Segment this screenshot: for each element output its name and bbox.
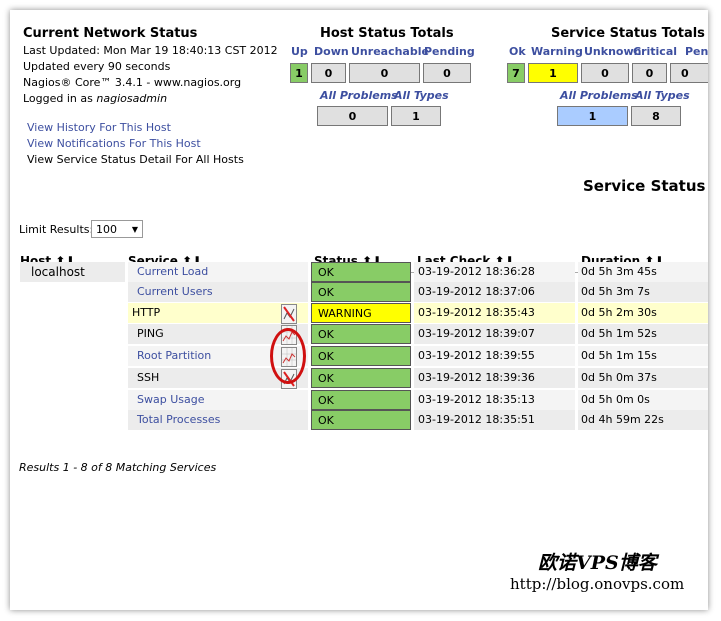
status-badge: WARNING: [311, 303, 411, 323]
status-badge: OK: [311, 346, 411, 366]
host-up-label[interactable]: Up: [291, 45, 308, 58]
status-badge: OK: [311, 390, 411, 410]
svc-ok-label[interactable]: Ok: [509, 45, 526, 58]
status-badge: OK: [311, 324, 411, 344]
service-link[interactable]: Current Users: [128, 282, 308, 302]
last-check: 03-19-2012 18:35:51: [414, 410, 575, 430]
svc-unknown-count[interactable]: 0: [581, 63, 629, 83]
duration: 0d 5h 0m 37s: [578, 368, 708, 388]
last-check: 03-19-2012 18:35:13: [414, 390, 575, 410]
host-down-count[interactable]: 0: [311, 63, 346, 83]
last-check: 03-19-2012 18:36:28: [414, 262, 575, 282]
svc-pending-count[interactable]: 0: [670, 63, 708, 83]
last-check: 03-19-2012 18:39:36: [414, 368, 575, 388]
service-link[interactable]: Swap Usage: [128, 390, 308, 410]
host-pending-label[interactable]: Pending: [424, 45, 475, 58]
svc-ok-count[interactable]: 7: [507, 63, 525, 83]
status-badge: OK: [311, 368, 411, 388]
highlight-circle: [270, 328, 306, 384]
svc-warning-count[interactable]: 1: [528, 63, 578, 83]
last-check: 03-19-2012 18:35:43: [414, 303, 575, 323]
table-row: Current Users OK 03-19-2012 18:37:06 0d 5h …: [10, 282, 708, 302]
no-graph-icon[interactable]: [281, 304, 297, 324]
logged-in: Logged in as nagiosadmin: [23, 92, 167, 105]
logged-prefix: Logged in as: [23, 92, 97, 105]
results-summary: Results 1 - 8 of 8 Matching Services: [19, 461, 217, 474]
nagios-page: Current Network Status Last Updated: Mon…: [10, 10, 708, 610]
limit-select[interactable]: 100 ▼: [91, 220, 143, 238]
table-row: HTTP WARNING 03-19-2012 18:35:43 0d 5h 2m 3…: [10, 303, 708, 324]
table-row: Total Processes OK 03-19-2012 18:35:51 0d 4…: [10, 410, 708, 430]
limit-value: 100: [96, 223, 117, 236]
svc-problems-count[interactable]: 1: [557, 106, 628, 126]
watermark-url: http://blog.onovps.com: [510, 575, 685, 593]
duration: 0d 5h 3m 45s: [578, 262, 708, 282]
view-all-hosts-link[interactable]: View Service Status Detail For All Hosts: [27, 153, 244, 166]
update-interval: Updated every 90 seconds: [23, 60, 171, 73]
service-link[interactable]: Total Processes: [128, 410, 308, 430]
table-row: Root Partition OK 03-19-2012 18:39:55 0d 5h…: [10, 346, 708, 367]
table-row: SSH OK 03-19-2012 18:39:36 0d 5h 0m 37s: [10, 368, 708, 389]
host-problems-count[interactable]: 0: [317, 106, 388, 126]
svc-types-count[interactable]: 8: [631, 106, 681, 126]
table-row: Current Load OK 03-19-2012 18:36:28 0d 5h 3…: [10, 262, 708, 282]
username: nagiosadmin: [96, 92, 168, 105]
svc-all-problems-label[interactable]: All Problems: [560, 89, 638, 102]
duration: 0d 5h 1m 15s: [578, 346, 708, 366]
svc-all-types-label[interactable]: All Types: [635, 89, 690, 102]
status-title: Current Network Status: [23, 26, 198, 41]
chevron-down-icon: ▼: [131, 225, 138, 234]
host-down-label[interactable]: Down: [314, 45, 349, 58]
service-totals-title: Service Status Totals: [551, 26, 705, 41]
duration: 0d 5h 2m 30s: [578, 303, 708, 323]
last-updated: Last Updated: Mon Mar 19 18:40:13 CST 20…: [23, 44, 278, 57]
host-all-problems-label[interactable]: All Problems: [320, 89, 398, 102]
host-types-count[interactable]: 1: [391, 106, 441, 126]
host-unreachable-label[interactable]: Unreachable: [351, 45, 429, 58]
status-badge: OK: [311, 262, 411, 282]
view-notifications-link[interactable]: View Notifications For This Host: [27, 137, 201, 150]
host-all-types-label[interactable]: All Types: [394, 89, 449, 102]
service-link[interactable]: Current Load: [128, 262, 308, 282]
host-unreachable-count[interactable]: 0: [349, 63, 420, 83]
host-pending-count[interactable]: 0: [423, 63, 471, 83]
duration: 0d 5h 1m 52s: [578, 324, 708, 344]
page-title: Service Status Details For Host 'localho…: [583, 177, 708, 195]
host-totals-title: Host Status Totals: [320, 26, 454, 41]
status-badge: OK: [311, 410, 411, 430]
last-check: 03-19-2012 18:39:55: [414, 346, 575, 366]
version: Nagios® Core™ 3.4.1 - www.nagios.org: [23, 76, 242, 89]
svc-pending-label[interactable]: Pending: [685, 45, 708, 58]
last-check: 03-19-2012 18:37:06: [414, 282, 575, 302]
svc-critical-label[interactable]: Critical: [633, 45, 677, 58]
svc-critical-count[interactable]: 0: [632, 63, 667, 83]
host-up-count[interactable]: 1: [290, 63, 308, 83]
duration: 0d 5h 3m 7s: [578, 282, 708, 302]
duration: 0d 4h 59m 22s: [578, 410, 708, 430]
table-row: PING OK 03-19-2012 18:39:07 0d 5h 1m 52s: [10, 324, 708, 345]
duration: 0d 5h 0m 0s: [578, 390, 708, 410]
svc-warning-label[interactable]: Warning: [531, 45, 583, 58]
table-row: Swap Usage OK 03-19-2012 18:35:13 0d 5h 0m …: [10, 390, 708, 410]
limit-label: Limit Results:: [19, 223, 94, 236]
status-badge: OK: [311, 282, 411, 302]
view-history-link[interactable]: View History For This Host: [27, 121, 171, 134]
watermark-logo: 欧诺VPS博客: [538, 552, 657, 574]
last-check: 03-19-2012 18:39:07: [414, 324, 575, 344]
